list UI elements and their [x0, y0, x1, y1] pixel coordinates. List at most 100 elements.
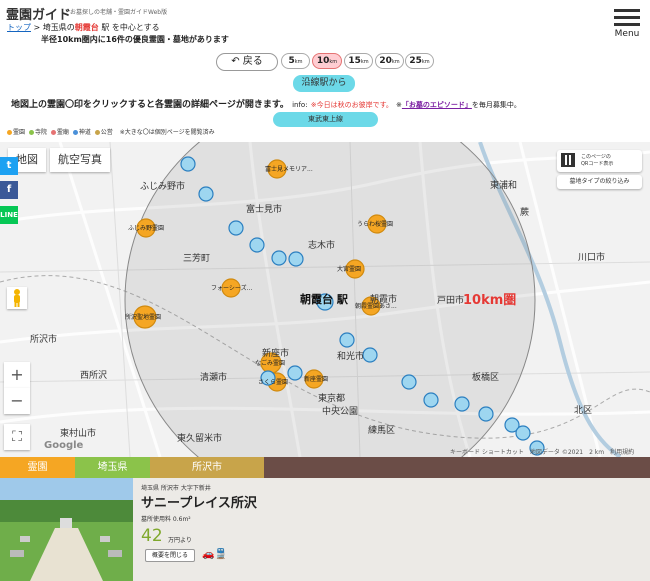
along-line-button[interactable]: 沿線駅から [293, 75, 355, 92]
logo[interactable]: 霊園ガイド [6, 4, 71, 23]
line-icon[interactable]: LINE [0, 206, 18, 224]
radius-15km-button[interactable]: 15km [344, 53, 373, 69]
breadcrumb-station: 朝霞台 [74, 23, 99, 32]
svg-text:川口市: 川口市 [578, 251, 605, 263]
legend-dot-shinto [72, 130, 78, 135]
street-view-pegman-icon[interactable] [7, 287, 27, 309]
svg-text:富士見メモリア...: 富士見メモリア... [265, 165, 313, 173]
radius-5km-button[interactable]: 5km [281, 53, 310, 69]
zoom-in-button[interactable]: + [4, 362, 30, 388]
radius-value: 10 [316, 56, 330, 66]
hamburger-icon [614, 9, 640, 12]
svg-text:板橋区: 板橋区 [472, 371, 499, 383]
radius-unit: km [360, 59, 369, 65]
legend-note: ※大きな〇は個別ページを閲覧済み [119, 129, 215, 136]
tab-saitama[interactable]: 埼玉県 [75, 457, 150, 478]
qr-code-label: このページの QRコード表示 [581, 154, 614, 167]
svg-text:志木市: 志木市 [308, 239, 335, 251]
svg-text:うらわ桜霊園: うらわ桜霊園 [357, 220, 393, 228]
logo-subtitle: お墓探しの老舗・霊園ガイドWeb版 [70, 9, 168, 16]
hamburger-icon-mid [614, 16, 640, 19]
svg-text:朝霞霊園あさ...: 朝霞霊園あさ... [355, 302, 397, 310]
google-logo: Google [44, 440, 84, 451]
twitter-icon[interactable]: t [0, 157, 18, 175]
map-canvas[interactable]: 所沢市 富士見市 ふじみ野市 三芳町 志木市 新座市 和光市 朝霞市 戸田市 板… [0, 142, 650, 457]
transport-icons: 🚗🚆 [202, 549, 227, 560]
radius-value: 20 [379, 56, 392, 66]
svg-text:東浦和: 東浦和 [490, 179, 517, 191]
cemetery-name[interactable]: サニープレイス所沢 [141, 492, 257, 511]
radius-unit: km [421, 59, 430, 65]
svg-text:蕨: 蕨 [520, 206, 529, 218]
breadcrumb-top-link[interactable]: トップ [7, 23, 31, 32]
tobu-tojo-line-button[interactable]: 東武東上線 [273, 112, 378, 127]
radius-25km-button[interactable]: 25km [405, 53, 434, 69]
back-button[interactable]: ↶ 戻る [216, 53, 278, 71]
svg-text:所沢聖地霊園: 所沢聖地霊園 [125, 313, 161, 321]
cemetery-photo[interactable] [0, 478, 133, 581]
legend-label-cemetery: 霊園 [13, 129, 26, 136]
map-graphics: 所沢市 富士見市 ふじみ野市 三芳町 志木市 新座市 和光市 朝霞市 戸田市 板… [0, 142, 650, 457]
radius-unit: km [391, 59, 400, 65]
legend-label-public: 公営 [100, 129, 113, 136]
zoom-out-button[interactable]: − [4, 388, 30, 414]
legend-dot-temple [28, 130, 34, 135]
qr-code-button[interactable]: このページの QRコード表示 [557, 150, 642, 172]
satellite-view-tab[interactable]: 航空写真 [50, 148, 110, 172]
svg-text:ふじみ野霊園: ふじみ野霊園 [128, 224, 164, 232]
svg-text:さくら霊園: さくら霊園 [258, 379, 288, 386]
radius-map-label: 10km圏 [463, 293, 516, 308]
svg-text:北区: 北区 [574, 405, 592, 416]
header: 霊園ガイド お墓探しの老舗・霊園ガイドWeb版 トップ > 埼玉県の朝霞台 駅 … [0, 0, 650, 140]
breadcrumb-suffix: 駅 を中心とする [98, 23, 160, 32]
svg-text:新座市: 新座市 [262, 347, 289, 359]
category-tabs: 霊園 埼玉県 所沢市 [0, 457, 650, 478]
place-label: 所沢市 [30, 333, 57, 345]
radius-value: 25 [409, 56, 422, 66]
menu-button[interactable]: Menu [611, 6, 643, 46]
svg-text:三芳町: 三芳町 [183, 252, 210, 264]
cemetery-card[interactable]: 埼玉県 所沢市 大字下新井 サニープレイス所沢 墓所使用料 0.6m² 42 万… [0, 478, 650, 581]
radius-10km-button[interactable]: 10km [312, 53, 342, 69]
breadcrumb-separator: > [31, 23, 43, 32]
back-arrow-icon: ↶ [231, 56, 243, 67]
info-tail: を毎月募集中。 [471, 101, 521, 109]
facebook-icon[interactable]: f [0, 181, 18, 199]
legend: 霊園 寺院 霊廟 神道 公営 ※大きな〇は個別ページを閲覧済み [5, 127, 215, 136]
svg-text:東久留米市: 東久留米市 [177, 432, 222, 444]
legend-dot-cemetery [7, 130, 12, 135]
episode-link[interactable]: 「お墓のエピソード」 [402, 101, 472, 109]
tab-cemetery[interactable]: 霊園 [0, 457, 75, 478]
svg-text:大宮霊園: 大宮霊園 [337, 265, 361, 273]
svg-text:新座霊園: 新座霊園 [304, 375, 328, 383]
svg-text:なごみ霊園: なごみ霊園 [255, 359, 285, 367]
cemetery-address: 埼玉県 所沢市 大字下新井 [141, 485, 211, 492]
breadcrumb-prefix: 埼玉県の [42, 23, 75, 32]
legend-label-temple: 寺院 [34, 129, 47, 136]
notice-bar: 地図上の霊園〇印をクリックすると各霊園の詳細ページが開きます。 info: ※今… [11, 97, 521, 110]
radius-value: 15 [348, 56, 361, 66]
radius-20km-button[interactable]: 20km [375, 53, 404, 69]
breadcrumb: トップ > 埼玉県の朝霞台 駅 を中心とする [7, 22, 160, 33]
svg-text:和光市: 和光市 [337, 350, 364, 362]
svg-text:戸田市: 戸田市 [437, 294, 464, 306]
info-red: ※今日は秋のお彼岸です。 [310, 101, 393, 109]
radius-unit: km [329, 59, 338, 65]
svg-text:中央公園: 中央公園 [322, 405, 358, 417]
back-label: 戻る [242, 56, 263, 67]
notice-text: 地図上の霊園〇印をクリックすると各霊園の詳細ページが開きます。 [11, 100, 289, 110]
fullscreen-button[interactable]: ⛶ [4, 424, 30, 450]
close-summary-button[interactable]: 概要を閉じる [145, 549, 195, 562]
hamburger-icon-bot [614, 23, 640, 26]
tab-tokorozawa[interactable]: 所沢市 [150, 457, 264, 478]
cemetery-type-filter-button[interactable]: 墓地タイプの絞り込み [557, 175, 642, 189]
cemetery-fee: 墓所使用料 0.6m² [141, 516, 191, 523]
svg-text:西所沢: 西所沢 [80, 369, 107, 381]
svg-text:東京都: 東京都 [318, 392, 345, 404]
menu-label: Menu [614, 29, 640, 39]
qr-code-icon [561, 153, 575, 167]
svg-text:練馬区: 練馬区 [368, 424, 395, 436]
svg-text:フォーシーズ...: フォーシーズ... [211, 284, 252, 292]
page-title: 半径10km圏内に16件の優良霊園・墓地があります [41, 35, 229, 44]
cemetery-price: 42 [141, 526, 163, 546]
